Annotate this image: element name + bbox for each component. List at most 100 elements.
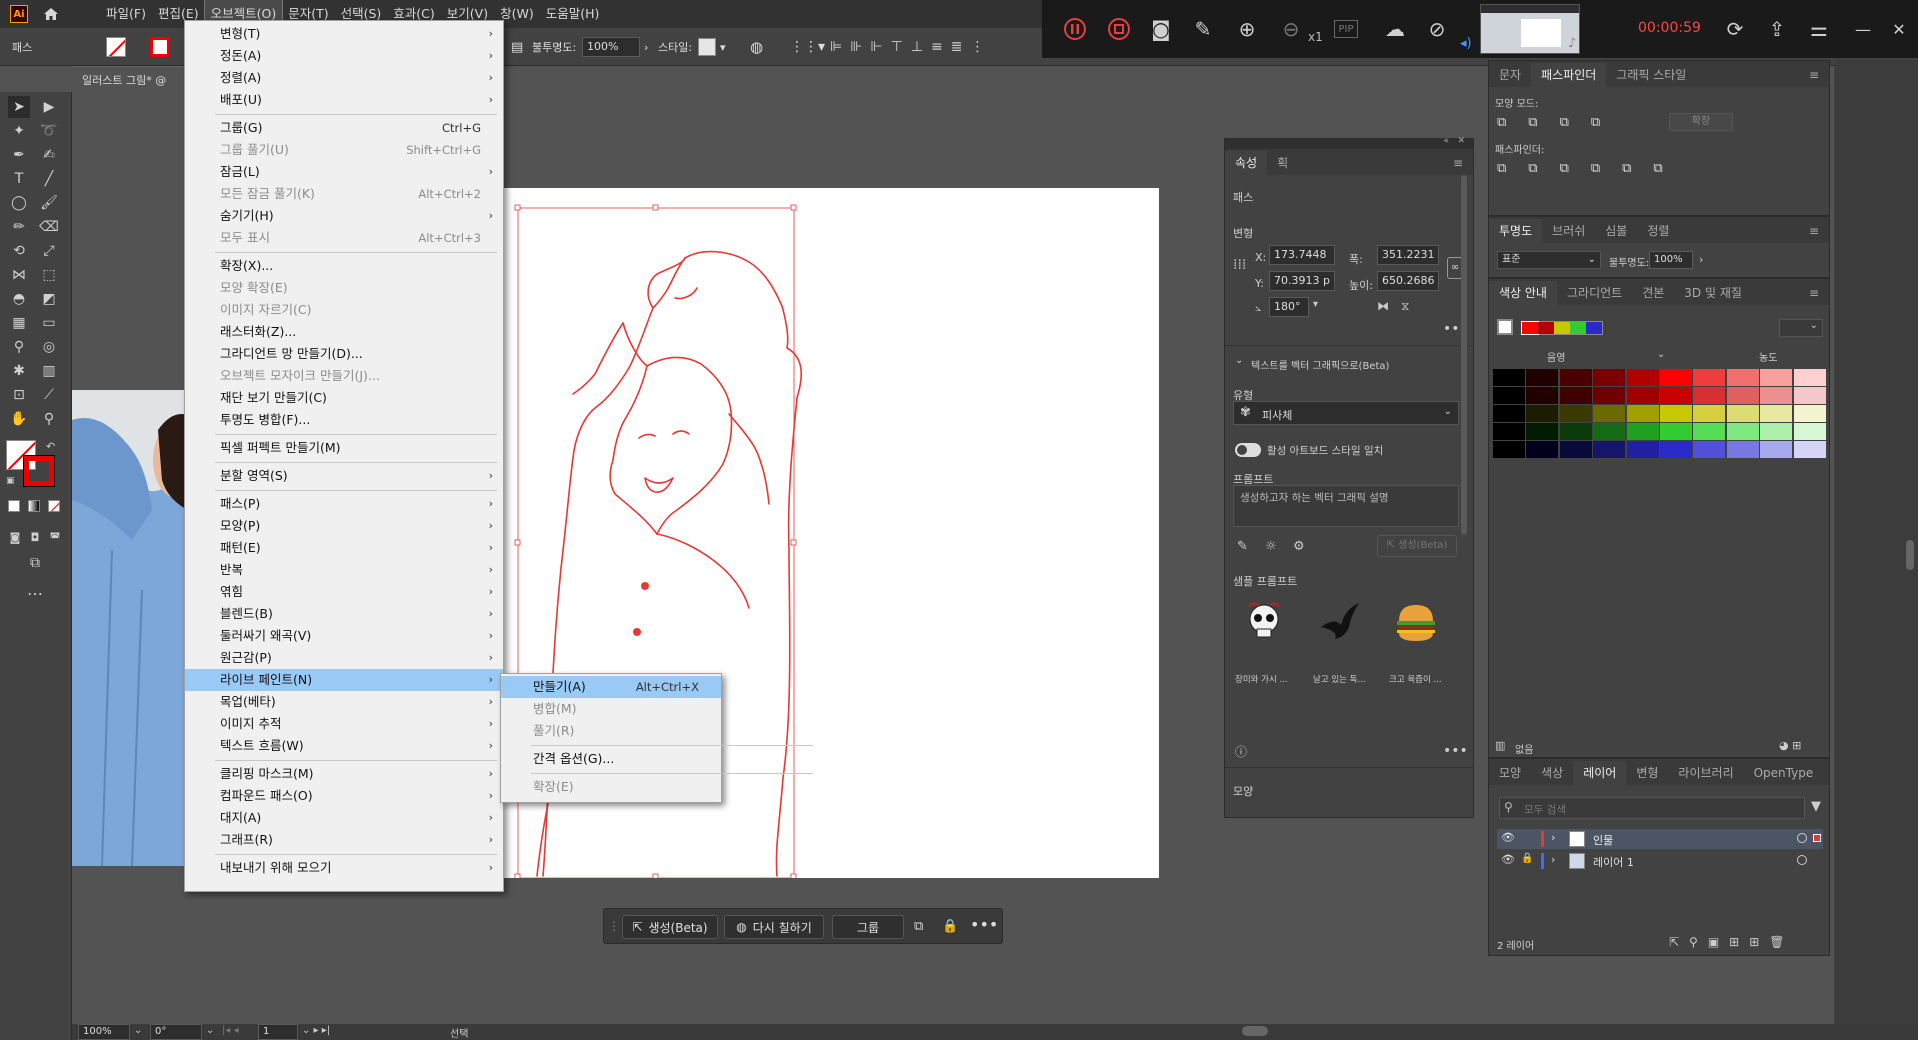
harmony-swatch[interactable]: [1570, 322, 1586, 334]
tab-color[interactable]: 색상: [1531, 761, 1573, 785]
layer-name[interactable]: 인물: [1593, 832, 1613, 848]
color-variation-swatch[interactable]: [1793, 405, 1826, 422]
taskbar-drag-handle[interactable]: ⋮: [608, 919, 620, 933]
draw-inside-icon[interactable]: ◚: [44, 526, 66, 548]
x-field[interactable]: 173.7448: [1269, 245, 1335, 265]
horizontal-scrollbar[interactable]: [1242, 1026, 1268, 1036]
layer-row[interactable]: 👁 🔒 › 레이어 1: [1497, 851, 1823, 871]
document-tab[interactable]: 일러스트 그림* @: [72, 66, 188, 92]
menu-item-원근감[interactable]: 원근감(P) ›: [185, 647, 503, 669]
menu-item-풀기[interactable]: 풀기(R): [501, 720, 721, 742]
pathfinder-menu-icon[interactable]: ≡: [1799, 63, 1829, 87]
expand-layer-icon[interactable]: ›: [1551, 831, 1555, 844]
color-variation-swatch[interactable]: [1559, 387, 1592, 404]
color-variation-swatch[interactable]: [1726, 423, 1759, 440]
rotation-dropdown-icon[interactable]: ⌄: [206, 1025, 214, 1036]
blend-tool-icon[interactable]: ◎: [38, 336, 60, 358]
color-variation-swatch[interactable]: [1726, 387, 1759, 404]
color-variation-swatch[interactable]: [1660, 441, 1692, 458]
menu-item-둘러싸기-왜곡[interactable]: 둘러싸기 왜곡(V) ›: [185, 625, 503, 647]
draw-behind-icon[interactable]: ◘: [24, 526, 46, 548]
color-variation-swatch[interactable]: [1660, 423, 1692, 440]
panel-menu-icon[interactable]: ≡: [1443, 151, 1473, 175]
color-variation-swatch[interactable]: [1660, 369, 1692, 386]
transparency-opacity-field[interactable]: 100%: [1649, 251, 1693, 269]
speaker-icon[interactable]: ◂): [1460, 36, 1472, 51]
selection-tool-icon[interactable]: ➤: [8, 96, 30, 118]
menu-item-분할-영역[interactable]: 분할 영역(S) ›: [185, 465, 503, 487]
type-dropdown[interactable]: ✾ 피사체 ⌄: [1233, 401, 1459, 425]
menu-item-이미지-추적[interactable]: 이미지 추적 ›: [185, 713, 503, 735]
menu-item-반복[interactable]: 반복 ›: [185, 559, 503, 581]
menu-item-패턴[interactable]: 패턴(E) ›: [185, 537, 503, 559]
tab-layers[interactable]: 레이어: [1573, 761, 1627, 785]
align-middle-icon[interactable]: ⊥: [911, 39, 923, 55]
menu-item-정돈[interactable]: 정돈(A) ›: [185, 45, 503, 67]
opacity-field[interactable]: 100%: [582, 37, 640, 57]
control-arrange-icon[interactable]: ▤: [511, 28, 523, 66]
menu-item-목업[interactable]: 목업(베타) ›: [185, 691, 503, 713]
more-options-icon[interactable]: •••: [970, 915, 998, 934]
hand-tool-icon[interactable]: ✋: [8, 408, 30, 430]
harmony-swatch[interactable]: [1521, 321, 1539, 335]
mesh-tool-icon[interactable]: ▦: [8, 312, 30, 334]
color-variation-swatch[interactable]: [1760, 405, 1793, 422]
menu-item-그라디언트-망-만들기[interactable]: 그라디언트 망 만들기(D)...: [185, 343, 503, 365]
color-variation-swatch[interactable]: [1626, 369, 1659, 386]
magic-wand-icon[interactable]: ✦: [8, 120, 30, 142]
color-variation-swatch[interactable]: [1626, 387, 1659, 404]
reference-point-icon[interactable]: ⁞⁞⁞: [1233, 257, 1246, 273]
color-variation-swatch[interactable]: [1593, 387, 1626, 404]
color-variation-swatch[interactable]: [1726, 405, 1759, 422]
target-icon[interactable]: [1797, 855, 1807, 865]
color-variation-swatch[interactable]: [1793, 369, 1826, 386]
hide-icon[interactable]: ⊘: [1422, 14, 1452, 44]
tab-properties[interactable]: 속성: [1225, 151, 1268, 175]
tab-brushes[interactable]: 브러쉬: [1542, 219, 1595, 243]
swap-colors-icon[interactable]: ↶: [46, 440, 55, 453]
export-icon[interactable]: ⇪: [1762, 14, 1792, 44]
expand-layer-icon[interactable]: ›: [1551, 853, 1555, 866]
filter-icon[interactable]: ▼: [1811, 799, 1821, 814]
tab-pathfinder[interactable]: 패스파인더: [1531, 63, 1607, 87]
w-field[interactable]: 351.2231: [1377, 245, 1439, 265]
screenshot-icon[interactable]: ◙: [1146, 14, 1176, 44]
tab-stroke[interactable]: 획: [1267, 151, 1298, 175]
tab-align[interactable]: 정렬: [1637, 219, 1679, 243]
zoom-dropdown-icon[interactable]: ⌄: [134, 1025, 142, 1036]
rotation-field[interactable]: 0°: [150, 1024, 202, 1040]
visibility-eye-icon[interactable]: 👁: [1501, 853, 1515, 866]
lock-icon[interactable]: 🔒: [942, 919, 958, 934]
symbol-sprayer-icon[interactable]: ✱: [8, 360, 30, 382]
pip-button[interactable]: PIP: [1334, 20, 1358, 38]
layers-footer-actions[interactable]: ⇱⚲▣⊞⊞🗑: [1669, 935, 1795, 949]
color-variation-grid[interactable]: [1493, 369, 1827, 459]
menu-file[interactable]: 파일(F): [100, 0, 152, 28]
color-variation-swatch[interactable]: [1593, 405, 1626, 422]
color-variation-swatch[interactable]: [1526, 423, 1559, 440]
sample-skull-icon[interactable]: [1239, 597, 1289, 647]
menu-help[interactable]: 도움말(H): [540, 0, 606, 28]
color-variation-swatch[interactable]: [1526, 405, 1559, 422]
generate-button[interactable]: ⇱ 생성(Beta): [622, 915, 718, 939]
style-reference-icon[interactable]: ✎: [1237, 539, 1248, 554]
tab-opentype[interactable]: OpenType: [1744, 761, 1824, 785]
menu-item-간격-옵션[interactable]: 간격 옵션(G)...: [501, 748, 721, 770]
tab-color-guide[interactable]: 색상 안내: [1489, 281, 1557, 305]
minimize-icon[interactable]: —: [1848, 14, 1878, 44]
mic-icon[interactable]: ♪: [1568, 36, 1576, 51]
distribute-h-icon[interactable]: ⋮: [970, 39, 984, 55]
expand-chevron-icon[interactable]: ⌄: [1235, 355, 1243, 366]
menu-item-컴파운드-패스[interactable]: 컴파운드 패스(O) ›: [185, 785, 503, 807]
angle-field[interactable]: 180°: [1269, 297, 1309, 317]
tab-gradient[interactable]: 그라디언트: [1557, 281, 1632, 305]
style-swatch[interactable]: ▾: [698, 28, 726, 66]
color-variation-swatch[interactable]: [1559, 441, 1592, 458]
collapse-icon[interactable]: «: [1443, 136, 1449, 146]
screen-mode-icon[interactable]: ⧉: [24, 552, 46, 574]
align-to-icon[interactable]: ⋮⋮▾: [790, 28, 825, 66]
swatch-library-icon[interactable]: ▥: [1495, 739, 1505, 752]
menu-item-내보내기-위해-모으기[interactable]: 내보내기 위해 모으기 ›: [185, 857, 503, 879]
scale-tool-icon[interactable]: ⤢: [38, 240, 60, 262]
swatch-action-icon[interactable]: ◕ ⊞: [1779, 739, 1801, 752]
